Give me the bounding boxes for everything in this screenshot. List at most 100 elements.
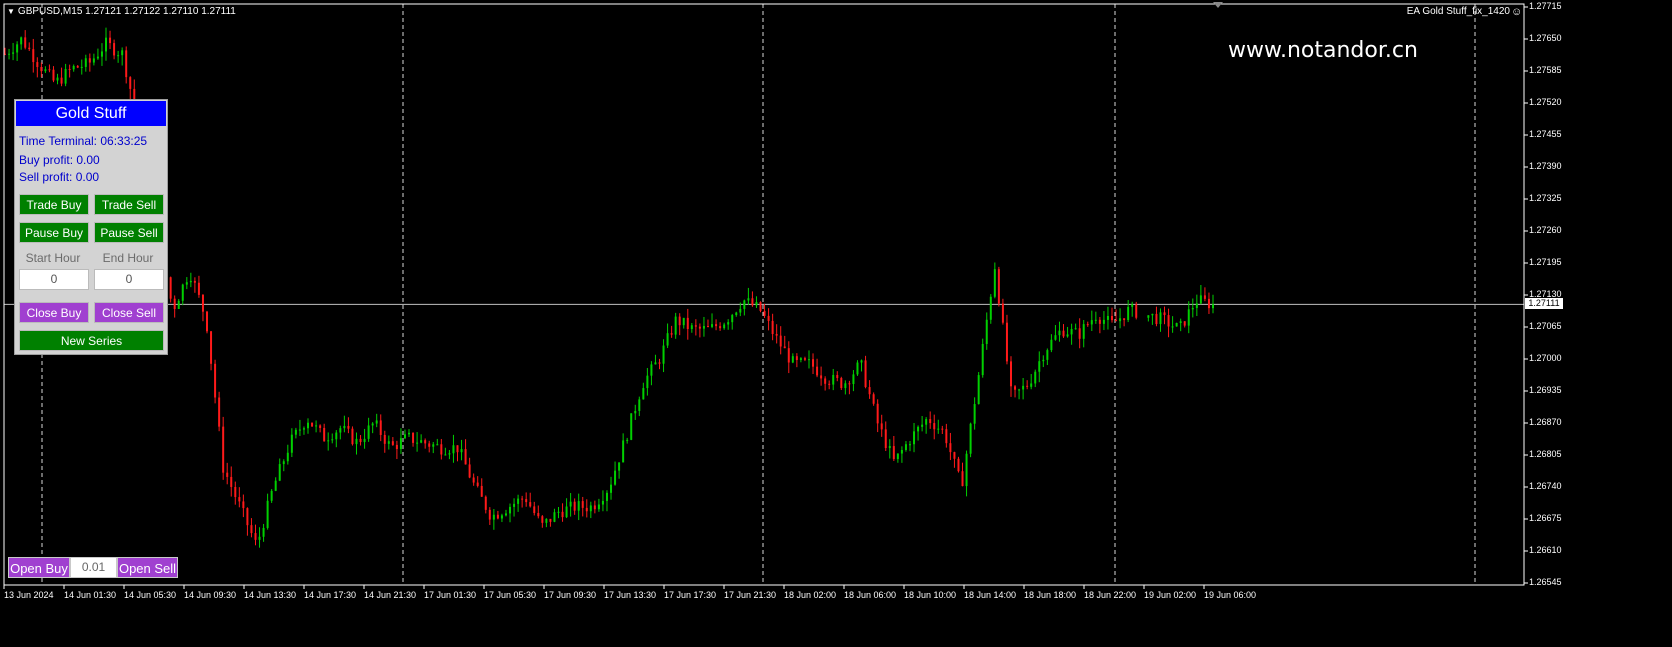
candle-body (484, 496, 487, 510)
candlestick-series (4, 27, 1214, 548)
price-tick-label: 1.26545 (1529, 577, 1562, 587)
candle-body (933, 423, 936, 430)
candle-body (771, 320, 774, 334)
candle-body (1030, 383, 1033, 387)
pause-sell-button[interactable]: Pause Sell (94, 222, 164, 243)
candle-body (1094, 319, 1097, 321)
candle-body (1082, 324, 1085, 339)
panel-title[interactable]: Gold Stuff (16, 101, 166, 126)
symbol-info[interactable]: ▼ GBPUSD,M15 1.27121 1.27122 1.27110 1.27… (7, 6, 236, 17)
candle-body (884, 429, 887, 449)
open-buy-button[interactable]: Open Buy (8, 557, 70, 578)
chart-grid (4, 4, 1524, 585)
candle-body (331, 439, 334, 441)
open-sell-button[interactable]: Open Sell (117, 557, 178, 578)
candle-body (723, 324, 726, 329)
candle-body (189, 280, 192, 283)
candle-body (1163, 312, 1166, 316)
candle-body (424, 440, 427, 444)
candle-body (913, 431, 916, 445)
close-sell-button[interactable]: Close Sell (94, 302, 164, 323)
candle-body (234, 486, 237, 498)
pause-buy-button[interactable]: Pause Buy (19, 222, 89, 243)
candle-body (258, 536, 261, 540)
candle-body (464, 449, 467, 465)
time-tick-label: 18 Jun 22:00 (1084, 590, 1137, 600)
candle-body (803, 358, 806, 360)
end-hour-input[interactable]: 0 (94, 269, 164, 290)
candle-body (286, 452, 289, 462)
candle-body (351, 428, 354, 445)
candle-body (799, 358, 802, 360)
candle-body (961, 471, 964, 487)
candle-body (448, 453, 451, 455)
candle-body (1115, 320, 1118, 322)
watermark-text: www.notandor.cn (1228, 38, 1418, 63)
candle-body (844, 383, 847, 389)
candle-body (460, 449, 463, 453)
candle-body (678, 316, 681, 326)
candle-body (702, 326, 705, 329)
candle-body (1106, 315, 1109, 320)
candle-body (666, 333, 669, 346)
symbol-info-text: GBPUSD,M15 1.27121 1.27122 1.27110 1.271… (17, 6, 236, 17)
candle-body (1001, 303, 1004, 323)
candle-body (492, 514, 495, 520)
time-tick-label: 19 Jun 02:00 (1144, 590, 1197, 600)
price-tick-label: 1.26805 (1529, 449, 1562, 459)
candle-body (549, 518, 552, 522)
candle-body (892, 446, 895, 460)
candle-body (68, 68, 71, 70)
candle-body (456, 445, 459, 453)
chart-shift-marker-icon[interactable] (1213, 2, 1223, 8)
candle-body (64, 68, 67, 84)
new-series-button[interactable]: New Series (19, 330, 164, 351)
candle-body (634, 410, 637, 414)
start-hour-input[interactable]: 0 (19, 269, 89, 290)
candle-body (359, 438, 362, 443)
candle-body (828, 383, 831, 385)
candle-body (16, 44, 19, 53)
price-chart[interactable] (0, 0, 1672, 647)
smiley-icon[interactable]: ☺ (1511, 6, 1522, 18)
candle-body (525, 499, 528, 503)
candle-body (416, 442, 419, 444)
time-tick-label: 14 Jun 13:30 (244, 590, 297, 600)
candle-body (1155, 313, 1158, 325)
candle-body (266, 500, 269, 528)
candle-body (278, 464, 281, 481)
candle-body (1171, 326, 1174, 328)
current-price-label: 1.27111 (1525, 298, 1563, 309)
close-buy-button[interactable]: Close Buy (19, 302, 89, 323)
candle-body (177, 300, 180, 310)
dropdown-triangle-icon[interactable]: ▼ (7, 7, 15, 16)
candle-body (1175, 322, 1178, 327)
candle-body (965, 453, 968, 487)
candle-body (504, 513, 507, 516)
candle-body (72, 65, 75, 70)
trade-buy-button[interactable]: Trade Buy (19, 194, 89, 215)
price-tick-label: 1.27195 (1529, 257, 1562, 267)
price-tick-label: 1.27000 (1529, 353, 1562, 363)
candle-body (323, 427, 326, 442)
price-tick-label: 1.27325 (1529, 193, 1562, 203)
candle-body (32, 49, 35, 63)
candle-body (408, 432, 411, 435)
candle-body (96, 56, 99, 59)
candle-body (856, 362, 859, 375)
candle-body (117, 55, 120, 57)
candle-body (1026, 385, 1029, 387)
candle-body (973, 404, 976, 424)
time-tick-label: 14 Jun 17:30 (304, 590, 357, 600)
candle-body (1183, 321, 1186, 326)
trade-sell-button[interactable]: Trade Sell (94, 194, 164, 215)
candle-body (925, 419, 928, 425)
lot-size-input[interactable]: 0.01 (70, 557, 117, 578)
candle-body (698, 326, 701, 329)
candle-body (577, 501, 580, 511)
candle-body (375, 420, 378, 424)
candle-body (181, 284, 184, 301)
candle-body (589, 505, 592, 512)
candle-body (557, 511, 560, 513)
candle-body (1005, 322, 1008, 362)
